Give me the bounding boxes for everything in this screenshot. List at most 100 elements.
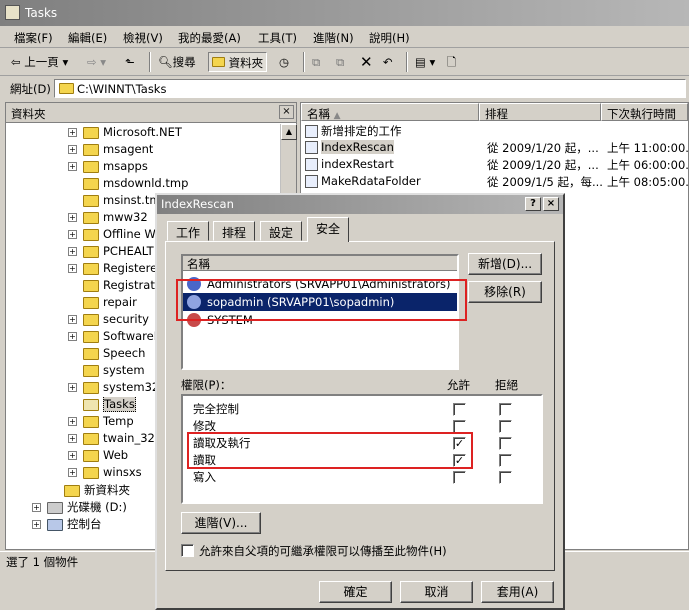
tree-item[interactable]: + twain_32 (68, 431, 155, 448)
tree-item[interactable]: + Microsoft.NET (68, 125, 182, 142)
copy-to-button[interactable]: ⧉ (333, 52, 347, 72)
perm-deny-checkbox[interactable] (499, 437, 512, 450)
folder-icon (83, 330, 99, 343)
tree-item[interactable]: Speech (83, 346, 145, 363)
tree-item[interactable]: + msagent (68, 142, 153, 159)
up-folder-button[interactable]: ⬑ (122, 52, 138, 72)
help-button[interactable]: ? (525, 197, 541, 211)
perm-deny-checkbox[interactable] (499, 403, 512, 416)
close-pane-button[interactable]: × (279, 105, 294, 119)
tree-item[interactable]: + system32 (68, 380, 159, 397)
cancel-button[interactable]: 取消 (400, 581, 473, 603)
remove-user-button[interactable]: 移除(R) (468, 281, 542, 303)
perm-allow-checkbox[interactable] (453, 471, 466, 484)
expand-icon[interactable]: + (68, 434, 77, 443)
column-header-schedule[interactable]: 排程 (479, 103, 601, 121)
menu-advanced[interactable]: 進階(N) (313, 30, 354, 46)
tree-item[interactable]: 新資料夾 (64, 482, 130, 499)
forward-arrow-icon: ⇨ (87, 55, 97, 69)
expand-icon[interactable]: + (68, 128, 77, 137)
inherit-checkbox[interactable] (181, 544, 194, 557)
tree-item[interactable]: repair (83, 295, 137, 312)
tree-item[interactable]: msdownld.tmp (83, 176, 188, 193)
menu-favorites[interactable]: 我的最愛(A) (178, 30, 241, 46)
tree-item-label: system (103, 363, 145, 377)
tree-item[interactable]: + SoftwareDi (68, 329, 166, 346)
expand-icon[interactable]: + (32, 520, 41, 529)
properties-button[interactable]: 🗋 (444, 52, 459, 72)
tree-item[interactable]: + 控制台 (32, 516, 102, 533)
back-button[interactable]: ⇦ 上一頁 ▾ (8, 52, 71, 72)
file-row[interactable]: indexRestart (305, 157, 394, 174)
add-user-button[interactable]: 新增(D)... (468, 253, 542, 275)
expand-icon[interactable]: + (68, 264, 77, 273)
forward-button[interactable]: ⇨ ▾ (84, 52, 109, 72)
undo-button[interactable]: ↶ (380, 52, 396, 72)
dialog-close-button[interactable]: × (543, 197, 559, 211)
scroll-up-icon[interactable]: ▲ (281, 124, 297, 140)
tree-item[interactable]: + mww32 (68, 210, 148, 227)
expand-icon[interactable]: + (68, 315, 77, 324)
expand-icon[interactable]: + (68, 162, 77, 171)
views-button[interactable]: ▤ ▾ (412, 52, 438, 72)
search-button[interactable]: 🔍︎搜尋 (155, 52, 199, 72)
tree-item[interactable]: + winsxs (68, 465, 142, 482)
move-to-button[interactable]: ⧉ (309, 52, 323, 72)
ok-button[interactable]: 確定 (319, 581, 392, 603)
folder-icon (83, 177, 99, 190)
tab-task[interactable]: 工作 (167, 221, 210, 241)
folders-button[interactable]: 資料夾 (208, 52, 268, 72)
perm-deny-checkbox[interactable] (499, 420, 512, 433)
apply-button[interactable]: 套用(A) (481, 581, 554, 603)
menu-view[interactable]: 檢視(V) (123, 30, 163, 46)
tree-item-label: security (103, 312, 149, 326)
perm-deny-checkbox[interactable] (499, 471, 512, 484)
tree-item[interactable]: + Web (68, 448, 128, 465)
tree-item-selected[interactable]: Tasks (83, 397, 136, 414)
file-row[interactable]: MakeRdataFolder (305, 174, 421, 191)
tab-security[interactable]: 安全 (307, 217, 350, 242)
address-input[interactable]: C:\WINNT\Tasks (54, 79, 686, 98)
tab-schedule[interactable]: 排程 (213, 221, 256, 241)
back-label: 上一頁 (24, 55, 59, 69)
expand-icon[interactable]: + (68, 247, 77, 256)
tree-item-label: twain_32 (103, 431, 155, 445)
tree-item[interactable]: + Registeredl (68, 261, 168, 278)
menu-file[interactable]: 檔案(F) (14, 30, 53, 46)
expand-icon[interactable]: + (68, 332, 77, 341)
file-row-selected[interactable]: IndexRescan (305, 140, 394, 157)
expand-icon[interactable]: + (68, 383, 77, 392)
tree-item[interactable]: system (83, 363, 145, 380)
tree-item[interactable]: + msapps (68, 159, 148, 176)
menu-help[interactable]: 說明(H) (369, 30, 410, 46)
expand-icon[interactable]: + (68, 145, 77, 154)
expand-icon[interactable]: + (68, 213, 77, 222)
tree-item[interactable]: Registratio (83, 278, 165, 295)
tree-item[interactable]: + PCHEALT (68, 244, 154, 261)
menu-tools[interactable]: 工具(T) (258, 30, 297, 46)
address-value: C:\WINNT\Tasks (77, 82, 167, 96)
perm-deny-checkbox[interactable] (499, 454, 512, 467)
tree-item[interactable]: + 光碟機 (D:) (32, 499, 127, 516)
file-name: indexRestart (321, 157, 394, 171)
expand-icon[interactable]: + (68, 451, 77, 460)
dialog-titlebar: IndexRescan ? × (157, 195, 563, 214)
tree-item[interactable]: + Offline We (68, 227, 162, 244)
tree-item[interactable]: + security (68, 312, 149, 329)
file-row[interactable]: 新增排定的工作 (305, 123, 402, 140)
expand-icon[interactable]: + (68, 468, 77, 477)
tree-item[interactable]: + Temp (68, 414, 134, 431)
menu-edit[interactable]: 編輯(E) (68, 30, 107, 46)
expand-icon[interactable]: + (68, 417, 77, 426)
column-header-name[interactable]: 名稱 ▲ (301, 103, 479, 121)
tree-item-label: repair (103, 295, 137, 309)
perm-allow-checkbox[interactable] (453, 403, 466, 416)
tab-settings[interactable]: 設定 (260, 221, 303, 241)
history-button[interactable]: ◷ (276, 52, 292, 72)
expand-icon[interactable]: + (68, 230, 77, 239)
advanced-button[interactable]: 進階(V)... (181, 512, 261, 534)
delete-button[interactable]: ✕ (357, 52, 376, 72)
file-name: MakeRdataFolder (321, 174, 421, 188)
expand-icon[interactable]: + (32, 503, 41, 512)
column-header-next-run[interactable]: 下次執行時間 (601, 103, 688, 121)
